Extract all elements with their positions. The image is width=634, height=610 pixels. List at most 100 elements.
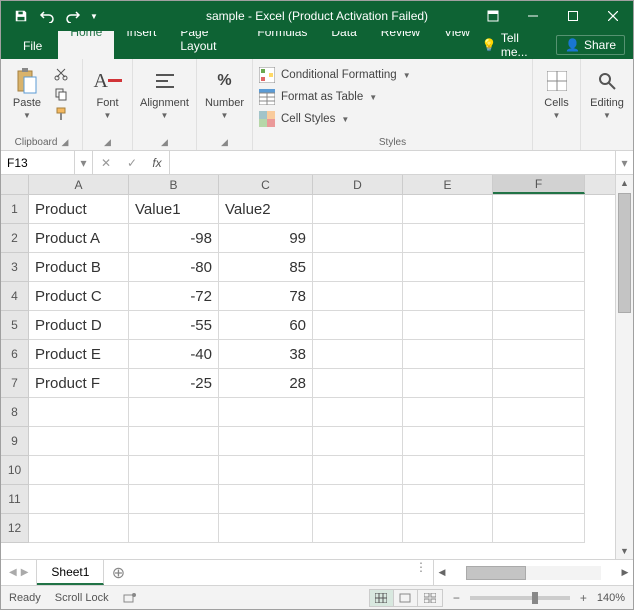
cell[interactable]: Product <box>29 195 129 224</box>
cell[interactable] <box>129 485 219 514</box>
cell[interactable] <box>493 485 585 514</box>
row-header[interactable]: 9 <box>1 427 29 456</box>
cell[interactable]: Product C <box>29 282 129 311</box>
cell[interactable] <box>29 456 129 485</box>
ribbon-display-options-icon[interactable] <box>473 1 513 31</box>
cell[interactable]: Value1 <box>129 195 219 224</box>
cell[interactable] <box>29 514 129 543</box>
row-header[interactable]: 1 <box>1 195 29 224</box>
cell[interactable]: -25 <box>129 369 219 398</box>
name-box-dropdown-icon[interactable]: ▾ <box>75 151 93 174</box>
cell[interactable] <box>313 224 403 253</box>
cell[interactable] <box>493 282 585 311</box>
dialog-launcher-icon[interactable]: ◢ <box>221 137 228 148</box>
cell[interactable] <box>129 427 219 456</box>
cell[interactable]: -80 <box>129 253 219 282</box>
cell[interactable] <box>403 427 493 456</box>
cell[interactable] <box>313 369 403 398</box>
dialog-launcher-icon[interactable]: ◢ <box>161 137 168 148</box>
dialog-launcher-icon[interactable]: ◢ <box>104 137 111 148</box>
zoom-level[interactable]: 140% <box>597 592 625 604</box>
cell[interactable] <box>493 340 585 369</box>
cell[interactable]: Product B <box>29 253 129 282</box>
cell[interactable] <box>493 224 585 253</box>
cut-icon[interactable] <box>51 65 71 83</box>
vertical-scroll-thumb[interactable] <box>618 193 631 313</box>
cell[interactable]: -72 <box>129 282 219 311</box>
cell[interactable] <box>219 456 313 485</box>
name-box[interactable]: F13 <box>1 151 75 174</box>
cell[interactable]: 99 <box>219 224 313 253</box>
cell[interactable] <box>29 427 129 456</box>
cell[interactable]: -55 <box>129 311 219 340</box>
cell[interactable] <box>29 398 129 427</box>
share-button[interactable]: 👤 Share <box>556 35 625 55</box>
cell[interactable] <box>493 398 585 427</box>
cell[interactable]: -40 <box>129 340 219 369</box>
tell-me-search[interactable]: 💡 Tell me... <box>482 31 544 59</box>
number-button[interactable]: % Number ▼ <box>201 63 248 129</box>
formula-input[interactable] <box>170 151 615 174</box>
row-header[interactable]: 4 <box>1 282 29 311</box>
qat-dropdown-icon[interactable]: ▼ <box>87 4 101 28</box>
cell[interactable] <box>493 369 585 398</box>
save-icon[interactable] <box>9 4 33 28</box>
page-layout-view-icon[interactable] <box>394 590 418 606</box>
close-button[interactable] <box>593 1 633 31</box>
cell[interactable] <box>313 253 403 282</box>
cell[interactable]: 60 <box>219 311 313 340</box>
cell[interactable] <box>129 398 219 427</box>
cell[interactable] <box>403 340 493 369</box>
scroll-up-icon[interactable]: ▲ <box>616 175 633 191</box>
cell[interactable] <box>313 485 403 514</box>
cell-styles-button[interactable]: Cell Styles ▼ <box>259 109 411 129</box>
page-break-view-icon[interactable] <box>418 590 442 606</box>
horizontal-scrollbar[interactable]: ◀ ▶ <box>433 560 633 585</box>
scroll-right-icon[interactable]: ▶ <box>617 567 633 578</box>
column-header[interactable]: C <box>219 175 313 194</box>
cell[interactable] <box>313 311 403 340</box>
row-header[interactable]: 6 <box>1 340 29 369</box>
macro-record-icon[interactable] <box>123 592 137 604</box>
new-sheet-button[interactable]: ⊕ <box>104 560 132 585</box>
minimize-button[interactable] <box>513 1 553 31</box>
row-header[interactable]: 5 <box>1 311 29 340</box>
dialog-launcher-icon[interactable]: ◢ <box>61 137 68 148</box>
paste-button[interactable]: Paste ▼ <box>5 63 49 129</box>
cell[interactable]: Product F <box>29 369 129 398</box>
cell[interactable]: Product D <box>29 311 129 340</box>
normal-view-icon[interactable] <box>370 590 394 606</box>
expand-formula-bar-icon[interactable]: ▾ <box>615 151 633 174</box>
cell[interactable]: 38 <box>219 340 313 369</box>
font-button[interactable]: A Font ▼ <box>87 63 128 129</box>
undo-icon[interactable] <box>35 4 59 28</box>
cell[interactable] <box>313 195 403 224</box>
cell[interactable] <box>403 224 493 253</box>
alignment-button[interactable]: Alignment ▼ <box>137 63 192 129</box>
row-header[interactable]: 7 <box>1 369 29 398</box>
vertical-scrollbar[interactable]: ▲ ▼ <box>615 175 633 559</box>
cell[interactable] <box>219 514 313 543</box>
cell[interactable] <box>403 456 493 485</box>
cell[interactable] <box>29 485 129 514</box>
maximize-button[interactable] <box>553 1 593 31</box>
cell[interactable] <box>313 456 403 485</box>
sheet-tab-overflow-icon[interactable]: ⋮ <box>409 560 433 585</box>
row-header[interactable]: 2 <box>1 224 29 253</box>
row-header[interactable]: 11 <box>1 485 29 514</box>
cell[interactable] <box>493 253 585 282</box>
row-header[interactable]: 12 <box>1 514 29 543</box>
column-header[interactable]: D <box>313 175 403 194</box>
cell[interactable]: 78 <box>219 282 313 311</box>
cell[interactable] <box>493 427 585 456</box>
cell[interactable] <box>219 485 313 514</box>
cell[interactable]: -98 <box>129 224 219 253</box>
row-header[interactable]: 3 <box>1 253 29 282</box>
cell[interactable]: Product E <box>29 340 129 369</box>
cells-button[interactable]: Cells ▼ <box>537 63 576 129</box>
cell[interactable]: 85 <box>219 253 313 282</box>
cell[interactable]: 28 <box>219 369 313 398</box>
redo-icon[interactable] <box>61 4 85 28</box>
fx-icon[interactable]: fx <box>145 156 169 170</box>
column-header[interactable]: E <box>403 175 493 194</box>
